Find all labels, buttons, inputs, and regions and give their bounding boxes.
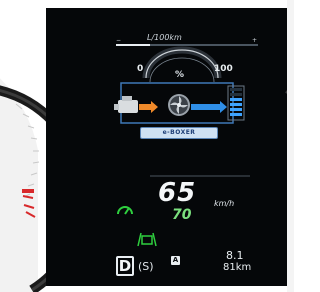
cruise-control-icon	[117, 206, 133, 215]
current-speed: 65	[158, 178, 197, 208]
speed-unit: km/h	[214, 199, 235, 208]
auto-mode-badge: A	[171, 256, 180, 265]
trip-distance: 81km	[223, 262, 252, 273]
cruise-set-speed: 70	[172, 207, 192, 223]
drive-mode: (S)	[138, 260, 154, 273]
speed-graphics	[117, 175, 250, 247]
instrument-cluster: − + L/100km 0 % 100 e-BOXER 65 km/h 70 D…	[0, 0, 294, 292]
trip-value: 8.1	[226, 249, 244, 262]
gear-indicator: D	[116, 256, 134, 276]
lane-assist-icon	[137, 232, 157, 247]
